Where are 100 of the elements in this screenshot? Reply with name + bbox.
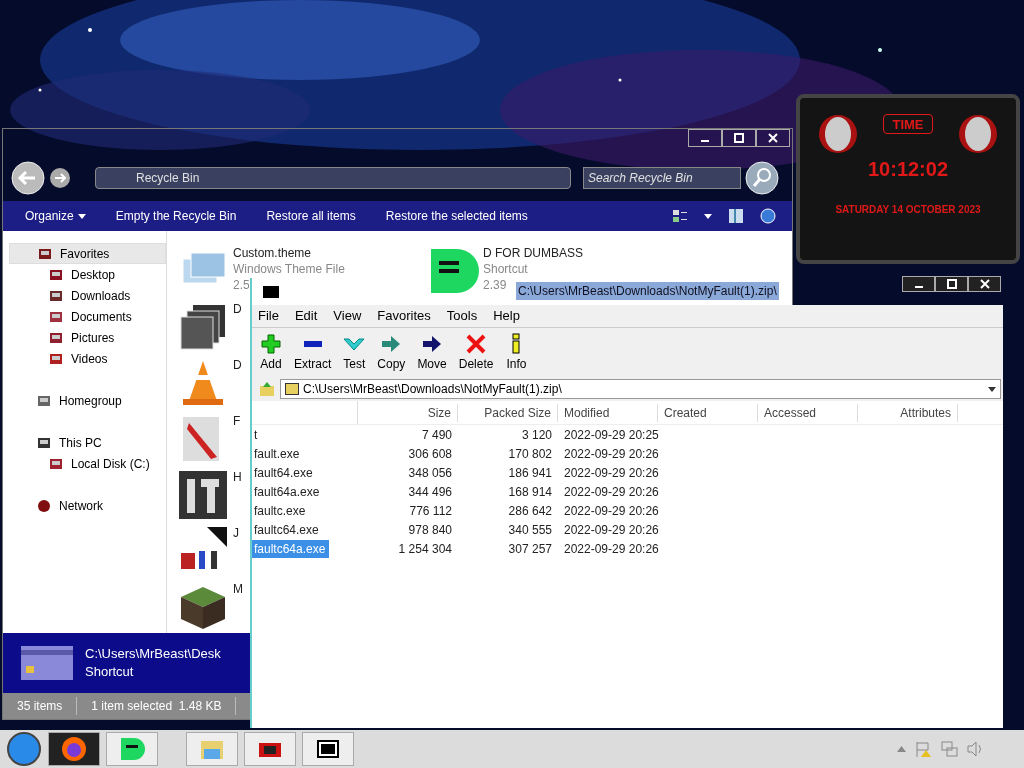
folder-icon	[37, 435, 51, 450]
file-type: Shortcut	[483, 261, 529, 277]
toolbar-button[interactable]: Delete	[458, 332, 494, 373]
command-button[interactable]: Restore the selected items	[385, 207, 528, 225]
close-icon	[768, 133, 778, 143]
details-path: C:\Users\MrBeast\Desk	[85, 645, 221, 663]
toolbar-button[interactable]: Copy	[377, 332, 406, 373]
toolbar-button[interactable]: Move	[417, 332, 447, 373]
table-cell-text: 3 120	[520, 426, 553, 444]
nav-item[interactable]: Network	[9, 495, 166, 516]
file-name[interactable]: faultc.exe	[252, 501, 310, 520]
table-cell-text: 1 254 304	[397, 540, 453, 558]
table-cell-text: 2022-09-29 20:25	[563, 426, 658, 444]
table-cell-text: 2022-09-29 20:26	[563, 483, 658, 501]
table-cell-text: 286 642	[507, 502, 553, 520]
taskbar-button[interactable]	[302, 732, 354, 766]
maximize-button[interactable]	[935, 276, 968, 292]
nav-item[interactable]: Videos	[9, 348, 166, 369]
folder-icon	[49, 309, 63, 324]
minimize-button[interactable]	[902, 276, 935, 292]
nav-item[interactable]: Homegroup	[9, 390, 166, 411]
table-cell-text: 2022-09-29 20:26	[563, 464, 658, 482]
nav-item[interactable]: Desktop	[9, 264, 166, 285]
table-cell-text: 306 608	[407, 445, 453, 463]
view-icon[interactable]	[672, 208, 688, 224]
address-bar[interactable]: Recycle Bin	[95, 167, 571, 189]
command-button[interactable]: Empty the Recycle Bin	[115, 207, 237, 225]
column-header[interactable]: Created	[658, 403, 758, 422]
menu-item[interactable]: Edit	[294, 306, 318, 326]
nav-item[interactable]: This PC	[9, 432, 166, 453]
show-hidden-icon[interactable]	[897, 746, 906, 752]
pane-icon[interactable]	[728, 208, 744, 224]
column-header[interactable]: Attributes	[858, 403, 958, 422]
table-cell-text: 776 112	[408, 502, 453, 520]
table-cell-text: 340 555	[507, 521, 553, 539]
minimize-button[interactable]	[688, 129, 722, 147]
nav-item[interactable]: Pictures	[9, 327, 166, 348]
help-icon[interactable]	[760, 208, 776, 224]
table-cell-text: 978 840	[407, 521, 453, 539]
card-icon	[21, 646, 73, 680]
search-icon[interactable]	[745, 161, 779, 195]
toolbar-button[interactable]: Test	[343, 332, 366, 373]
nav-item[interactable]: Favorites	[9, 243, 166, 264]
file-name: Custom.theme	[233, 245, 312, 261]
search-field[interactable]: Search Recycle Bin	[583, 167, 741, 189]
clock-time: 10:12:02	[867, 157, 949, 182]
toolbar-button[interactable]: Info	[505, 332, 528, 373]
menu-item[interactable]: Favorites	[377, 306, 431, 326]
file-name[interactable]: fault64.exe	[252, 463, 317, 482]
file-name[interactable]: faultc64.exe	[252, 520, 323, 539]
toolbar-button[interactable]: Add	[260, 332, 282, 373]
folder-icon	[37, 393, 51, 408]
taskbar-button[interactable]	[244, 732, 296, 766]
toolbar-button[interactable]: Extract	[294, 332, 332, 373]
table-cell-text: 2022-09-29 20:26	[563, 521, 658, 539]
alien-head-icon	[958, 114, 998, 154]
menu-item[interactable]: File	[258, 306, 279, 326]
nav-item[interactable]: Downloads	[9, 285, 166, 306]
details-type: Shortcut	[85, 663, 135, 681]
path-field[interactable]: C:\Users\MrBeast\Downloads\NotMyFault(1).zip\	[280, 379, 1001, 399]
folder-icon	[49, 351, 63, 366]
table-cell-text: 307 257	[507, 540, 553, 558]
close-icon	[979, 279, 990, 289]
menu-item[interactable]: View	[333, 306, 362, 326]
file-name: H	[233, 469, 242, 485]
menu-item[interactable]: Help	[493, 306, 520, 326]
start-icon[interactable]	[6, 731, 42, 767]
caret-icon[interactable]	[704, 213, 712, 219]
file-name[interactable]: fault.exe	[252, 444, 304, 463]
status-text: 1 item selected 1.48 KB	[77, 697, 237, 715]
file-name[interactable]: t	[252, 425, 262, 444]
file-size: 2.5	[233, 277, 250, 293]
minimize-icon	[914, 286, 923, 288]
file-name[interactable]: fault64a.exe	[252, 482, 324, 501]
menu-item[interactable]: Tools	[446, 306, 478, 326]
column-header[interactable]: Accessed	[758, 403, 858, 422]
maximize-button[interactable]	[722, 129, 756, 147]
file-type: Windows Theme File	[233, 261, 345, 277]
speaker-icon[interactable]	[966, 740, 984, 758]
back-icon[interactable]	[11, 161, 45, 195]
up-folder-icon[interactable]	[258, 380, 276, 398]
nav-item[interactable]: Documents	[9, 306, 166, 327]
table-cell-text: 168 914	[507, 483, 553, 501]
command-button[interactable]: Organize	[25, 207, 86, 225]
cross-icon	[465, 332, 488, 355]
close-button[interactable]	[968, 276, 1001, 292]
taskbar-button[interactable]	[48, 732, 100, 766]
close-button[interactable]	[756, 129, 790, 147]
maximize-icon	[946, 279, 957, 289]
caret-icon	[77, 213, 86, 219]
column-header[interactable]: Modified	[558, 403, 658, 422]
file-name: D FOR DUMBASS	[483, 245, 583, 261]
forward-icon[interactable]	[49, 167, 71, 189]
command-button[interactable]: Restore all items	[266, 207, 356, 225]
widget-title: TIME	[883, 114, 933, 134]
table-cell-text: 344 496	[407, 483, 453, 501]
column-header[interactable]: Size	[358, 403, 458, 422]
alien-head-icon	[818, 114, 858, 154]
nav-item[interactable]: Local Disk (C:)	[9, 453, 166, 474]
column-header[interactable]: Packed Size	[458, 403, 558, 422]
